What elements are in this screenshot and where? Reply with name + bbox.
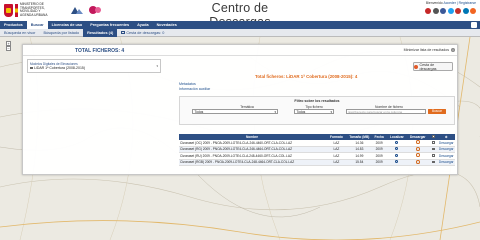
rss-icon[interactable] xyxy=(470,8,476,14)
filename-filter-input[interactable]: Escriba texto para buscar en la columna xyxy=(346,109,426,114)
row-select-cell xyxy=(429,159,438,166)
search-tabs: Búsqueda en visor Búsqueda por listado R… xyxy=(0,28,480,37)
zoom-controls: + − xyxy=(6,41,11,51)
chevron-down-icon[interactable]: ▾ xyxy=(156,64,158,68)
print-icon[interactable] xyxy=(432,8,439,14)
file-size: 15.54 xyxy=(347,159,371,166)
tipo-select[interactable]: Todos ▾ xyxy=(294,109,334,114)
tipo-select-value: Todos xyxy=(296,110,306,114)
cesta-button-label: Cesta de descargas xyxy=(419,62,437,71)
file-name: Cizonaset (RGB) 2009 - PNOA-2009-LOTE4-C… xyxy=(179,159,325,166)
tab-busqueda-listado[interactable]: Búsqueda por listado xyxy=(39,29,83,37)
table-row: Cizonaset (RGB) 2009 - PNOA-2009-LOTE4-C… xyxy=(179,159,455,166)
app-header: MINISTERIO DE TRANSPORTES, MOVILIDAD Y A… xyxy=(0,0,480,37)
cart-icon xyxy=(121,31,126,34)
zoom-out-icon[interactable]: − xyxy=(6,46,11,51)
coat-of-arms-icon xyxy=(4,3,13,17)
file-format: LAZ xyxy=(324,159,348,166)
minimize-results-link[interactable]: Minimizar lista de resultados xyxy=(404,48,449,52)
row-checkbox[interactable] xyxy=(432,140,435,144)
col-localizar: Localizar xyxy=(387,134,407,140)
welcome-label: Bienvenido xyxy=(425,1,443,5)
locate-cell xyxy=(387,159,407,166)
col-tamano[interactable]: Tamaño (MB) xyxy=(347,134,371,140)
row-checkbox[interactable] xyxy=(432,160,435,164)
filter-title: Filtro sobre los resultados xyxy=(294,98,340,103)
welcome-text: Bienvenido Acceder | Registrarse xyxy=(426,1,476,5)
results-panel: TOTAL FICHEROS: 4 Minimizar lista de res… xyxy=(22,44,458,175)
metadata-link[interactable]: Metadatos xyxy=(179,82,196,86)
filter-label-tematica: Temática xyxy=(240,104,254,109)
col-descargar: Descargar xyxy=(406,134,430,140)
filter-box: Filtro sobre los resultados Temática Tip… xyxy=(179,96,455,125)
series-item[interactable]: LiDAR 1ª Cobertura (2008-2015) xyxy=(30,66,158,70)
tab-busqueda-visor[interactable]: Búsqueda en visor xyxy=(0,29,39,37)
gov-band-icon xyxy=(15,3,18,17)
tab-resultados[interactable]: Resultados (4) xyxy=(83,28,118,37)
total-files: TOTAL FICHEROS: 4 xyxy=(75,48,125,54)
pdf-icon[interactable] xyxy=(425,8,431,14)
filter-label-tipo: Tipo fichero xyxy=(305,104,323,109)
facebook-icon[interactable] xyxy=(440,8,446,14)
download-cell xyxy=(406,159,430,166)
linkedin-icon[interactable] xyxy=(462,8,469,14)
ministry-name: MINISTERIO DE TRANSPORTES, MOVILIDAD Y A… xyxy=(20,2,48,17)
download-icon[interactable] xyxy=(415,140,420,144)
serie-title: Total ficheros: LiDAR 1ª Cobertura (2008… xyxy=(255,74,358,79)
series-selector[interactable]: Modelos Digitales de Elevaciones LiDAR 1… xyxy=(27,59,161,73)
locate-icon[interactable] xyxy=(395,147,399,151)
cnig-logo-icon[interactable] xyxy=(88,5,102,15)
youtube-icon[interactable] xyxy=(455,8,461,14)
results-table: Nombre Formato Tamaño (MB) Fecha Localiz… xyxy=(179,134,455,166)
results-column: Cesta de descargas Total ficheros: LiDAR… xyxy=(175,59,457,174)
row-checkbox[interactable] xyxy=(432,147,435,151)
ign-logo-icon[interactable] xyxy=(70,5,84,15)
locate-icon[interactable] xyxy=(395,153,399,157)
row-checkbox[interactable] xyxy=(432,154,435,157)
menu-toggle-icon[interactable] xyxy=(471,22,477,28)
locate-icon[interactable] xyxy=(395,140,399,144)
government-logo[interactable]: MINISTERIO DE TRANSPORTES, MOVILIDAD Y A… xyxy=(4,2,48,17)
results-header: TOTAL FICHEROS: 4 Minimizar lista de res… xyxy=(23,45,457,56)
download-icon[interactable] xyxy=(415,159,420,164)
gear-icon[interactable]: ⚙ xyxy=(445,135,448,139)
login-links[interactable]: Acceder | Registrarse xyxy=(443,1,476,5)
download-icon[interactable] xyxy=(415,153,420,158)
series-value-label: LiDAR 1ª Cobertura (2008-2015) xyxy=(34,66,85,70)
series-column: Modelos Digitales de Elevaciones LiDAR 1… xyxy=(27,59,161,172)
download-icon[interactable] xyxy=(415,146,420,151)
cesta-button[interactable]: Cesta de descargas xyxy=(413,62,453,71)
chevron-down-icon: ▾ xyxy=(274,110,276,114)
tematica-select[interactable]: Todos ▾ xyxy=(192,109,278,114)
series-category-label: Modelos Digitales de Elevaciones xyxy=(30,61,78,66)
aux-info-link[interactable]: Información auxiliar xyxy=(179,87,210,91)
minimize-icon[interactable]: × xyxy=(451,48,455,52)
row-download-link[interactable]: Descargar xyxy=(437,159,455,166)
select-all-checkbox[interactable] xyxy=(432,135,435,138)
twitter-icon[interactable] xyxy=(447,8,454,14)
series-checkbox[interactable] xyxy=(30,66,33,70)
file-date: 2009 xyxy=(370,159,388,166)
tematica-select-value: Todos xyxy=(194,110,204,114)
tab-cesta[interactable]: Cesta de descargas: 0 xyxy=(117,29,168,37)
locate-icon[interactable] xyxy=(395,160,399,164)
filter-search-button[interactable]: Buscar xyxy=(428,109,446,114)
chevron-down-icon: ▾ xyxy=(330,110,332,114)
social-links xyxy=(425,8,476,14)
filter-label-nombre: Nombre de fichero xyxy=(375,104,403,109)
tab-cesta-label: Cesta de descargas: 0 xyxy=(126,30,165,35)
cart-icon xyxy=(414,64,418,69)
